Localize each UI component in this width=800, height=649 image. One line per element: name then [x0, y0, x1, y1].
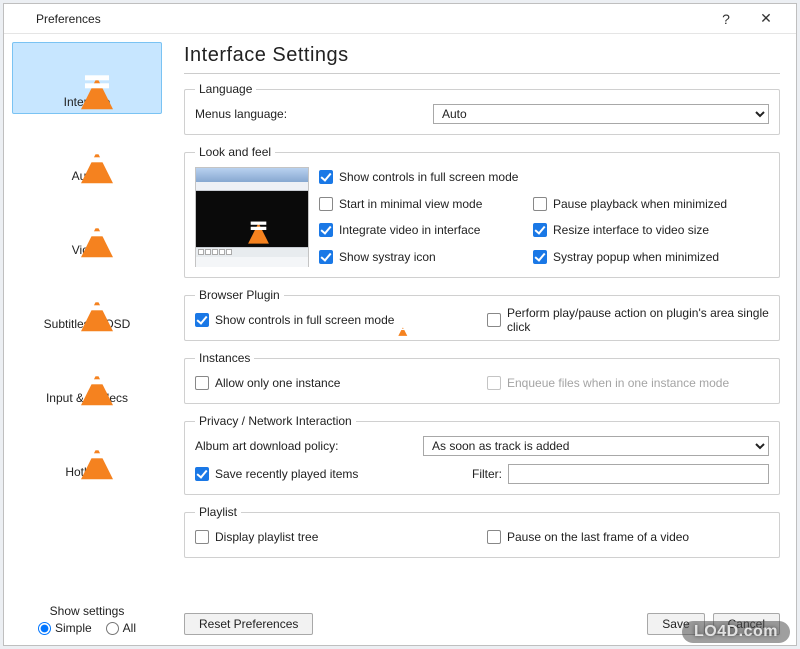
settings-panel: Interface Settings Language Menus langua… [170, 34, 796, 645]
sidebar-item-hotkeys[interactable]: Hotkeys [12, 412, 162, 484]
category-sidebar: Interface Audio Video Subtitles & OSD In… [4, 34, 170, 645]
filter-label: Filter: [462, 467, 502, 481]
menus-language-label: Menus language: [195, 107, 425, 121]
interface-preview-image [195, 167, 309, 267]
menus-language-select[interactable]: Auto [433, 104, 769, 124]
checkbox-display-playlist-tree[interactable]: Display playlist tree [195, 527, 477, 547]
titlebar: Preferences ? ✕ [4, 4, 796, 34]
checkbox-show-systray-icon[interactable]: Show systray icon [319, 247, 529, 267]
group-legend: Privacy / Network Interaction [195, 414, 356, 428]
checkbox-integrate-video[interactable]: Integrate video in interface [319, 220, 529, 240]
checkbox-pause-last-frame[interactable]: Pause on the last frame of a video [487, 527, 769, 547]
show-settings-group: Show settings Simple All [12, 604, 162, 641]
checkbox-plugin-show-controls[interactable]: Show controls in full screen mode [195, 310, 477, 330]
help-button[interactable]: ? [706, 11, 746, 27]
sidebar-item-video[interactable]: Video [12, 190, 162, 262]
page-title: Interface Settings [184, 44, 780, 67]
group-instances: Instances Allow only one instance Enqueu… [184, 351, 780, 404]
sidebar-item-input-codecs[interactable]: Input & Codecs [12, 338, 162, 410]
checkbox-enqueue-one-instance: Enqueue files when in one instance mode [487, 373, 769, 393]
checkbox-save-recently-played[interactable]: Save recently played items [195, 464, 456, 484]
checkbox-resize-interface[interactable]: Resize interface to video size [533, 220, 769, 240]
filter-input[interactable] [508, 464, 769, 484]
group-look-and-feel: Look and feel Show controls in full scre… [184, 145, 780, 278]
preferences-window: Preferences ? ✕ Interface Audio Video [3, 3, 797, 646]
checkbox-allow-one-instance[interactable]: Allow only one instance [195, 373, 477, 393]
group-legend: Language [195, 82, 256, 96]
radio-simple[interactable]: Simple [38, 621, 92, 635]
checkbox-start-minimal-view[interactable]: Start in minimal view mode [319, 194, 529, 214]
radio-all[interactable]: All [106, 621, 136, 635]
show-settings-title: Show settings [12, 604, 162, 618]
sidebar-item-subtitles-osd[interactable]: Subtitles & OSD [12, 264, 162, 336]
group-language: Language Menus language: Auto [184, 82, 780, 135]
reset-preferences-button[interactable]: Reset Preferences [184, 613, 313, 635]
group-privacy-network: Privacy / Network Interaction Album art … [184, 414, 780, 495]
window-title: Preferences [36, 12, 101, 26]
group-legend: Browser Plugin [195, 288, 284, 302]
checkbox-systray-popup-minimized[interactable]: Systray popup when minimized [533, 247, 769, 267]
group-playlist: Playlist Display playlist tree Pause on … [184, 505, 780, 558]
sidebar-item-interface[interactable]: Interface [12, 42, 162, 114]
checkbox-pause-when-minimized[interactable]: Pause playback when minimized [533, 194, 769, 214]
app-icon [14, 11, 30, 27]
checkbox-show-controls-fullscreen[interactable]: Show controls in full screen mode [319, 167, 529, 187]
album-art-policy-select[interactable]: As soon as track is added [423, 436, 769, 456]
sidebar-item-audio[interactable]: Audio [12, 116, 162, 188]
close-button[interactable]: ✕ [746, 10, 786, 27]
group-legend: Playlist [195, 505, 241, 519]
group-legend: Instances [195, 351, 254, 365]
group-legend: Look and feel [195, 145, 275, 159]
group-browser-plugin: Browser Plugin Show controls in full scr… [184, 288, 780, 341]
checkbox-plugin-single-click[interactable]: Perform play/pause action on plugin's ar… [487, 310, 769, 330]
watermark: LO4D.com [682, 621, 790, 643]
album-art-policy-label: Album art download policy: [195, 439, 415, 453]
